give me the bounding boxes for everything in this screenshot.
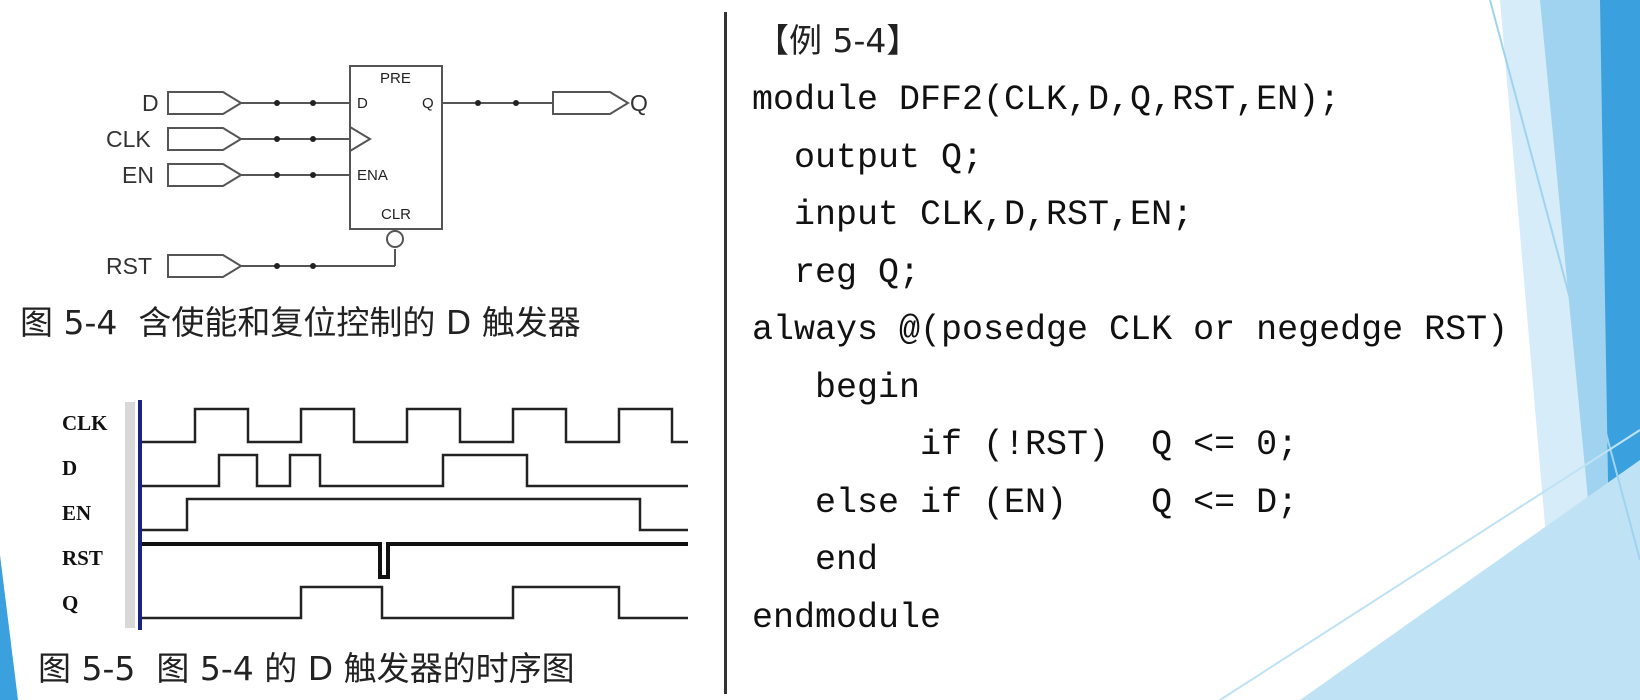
pin-label-rst: RST [106,253,152,279]
pin-label-d: D [142,90,159,116]
example-title: 【例 5-4】 [756,21,920,60]
code-line: begin [752,367,921,408]
code-line: module DFF2(CLK,D,Q,RST,EN); [752,80,1341,120]
pin-label-en: EN [122,162,154,188]
code-line: reg Q; [752,252,921,293]
clock-triangle [349,126,372,152]
ff-label-d: D [357,95,368,112]
code-line: else if (EN) Q <= D; [752,482,1299,523]
clr-bubble [386,230,404,248]
code-line: endmodule [752,597,942,638]
figure-5-5-caption: 图 5-5 图 5-4 的 D 触发器的时序图 [38,649,575,688]
code-line: output Q; [752,137,984,178]
ff-label-clr: CLR [381,206,412,223]
code-line: end [752,540,879,580]
input-pin-clk [167,127,243,151]
vertical-divider [724,12,727,694]
input-pin-en [167,163,243,187]
code-line: if (!RST) Q <= 0; [752,425,1299,465]
ff-label-ena: ENA [357,167,388,184]
wave-q [142,585,688,620]
input-pin-d [167,91,243,115]
input-pin-rst [167,254,243,278]
verilog-code-block: module DFF2(CLK,D,Q,RST,EN); output Q; i… [752,72,1508,647]
wave-rst [142,542,688,579]
code-line: input CLK,D,RST,EN; [752,195,1194,235]
timing-label-clk: CLK [62,411,108,435]
code-line: always @(posedge CLK or negedge RST) [752,310,1509,350]
ff-label-q: Q [422,95,434,112]
dff-box [349,65,443,230]
wave-en [142,497,688,532]
timing-label-d: D [62,456,78,480]
ff-label-pre: PRE [380,70,411,87]
wave-clk [142,407,688,444]
dff-schematic [167,65,630,278]
wave-d [142,453,688,488]
timing-label-q: Q [62,591,79,615]
pin-label-clk: CLK [106,126,151,152]
timing-label-rst: RST [62,546,103,570]
timing-label-en: EN [62,501,92,525]
figure-5-4-caption: 图 5-4 含使能和复位控制的 D 触发器 [20,303,581,342]
output-pin-q [552,91,630,115]
pin-label-q: Q [630,90,648,116]
